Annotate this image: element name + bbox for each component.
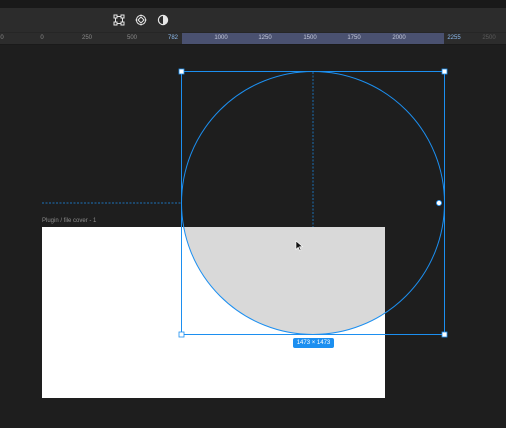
arc-handle[interactable] bbox=[435, 199, 442, 206]
resize-handle-top-left[interactable] bbox=[178, 68, 185, 75]
canvas-overlay bbox=[42, 68, 448, 338]
resize-handle-bottom-left[interactable] bbox=[178, 331, 185, 338]
resize-handle-bottom-right[interactable] bbox=[441, 331, 448, 338]
dimensions-badge: 1473 × 1473 bbox=[293, 338, 334, 348]
resize-handle-top-right[interactable] bbox=[441, 68, 448, 75]
design-app: 0 0 250 500 782 1000 1250 1500 1750 2000… bbox=[0, 0, 506, 428]
